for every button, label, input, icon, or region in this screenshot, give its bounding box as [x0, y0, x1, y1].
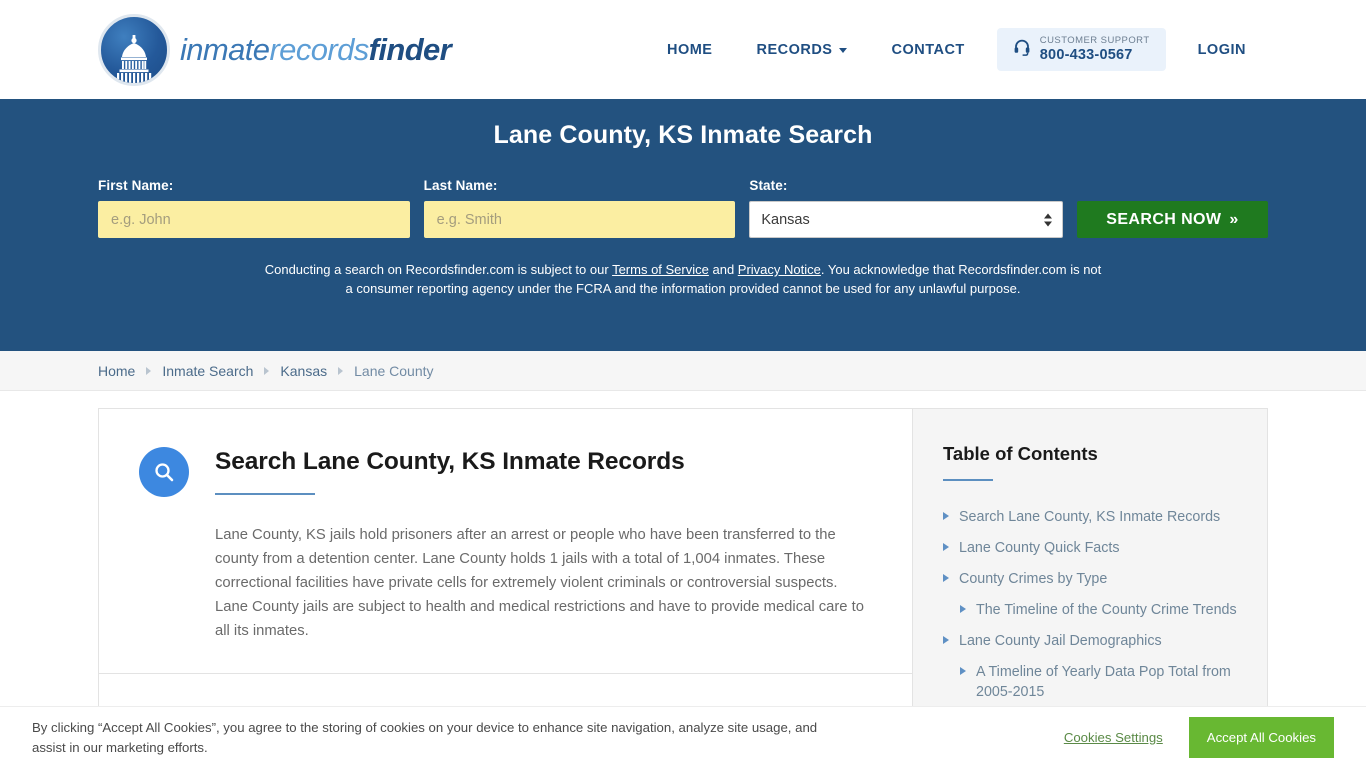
state-field-group: State: Kansas: [749, 178, 1063, 238]
last-name-label: Last Name:: [423, 178, 498, 193]
nav-contact-label: CONTACT: [891, 41, 965, 58]
breadcrumb-item-inmate-search[interactable]: Inmate Search: [162, 363, 253, 379]
search-now-button[interactable]: SEARCH NOW »: [1076, 201, 1268, 238]
logo-wordmark: inmaterecordsfinder: [180, 31, 452, 68]
breadcrumb: Home Inmate Search Kansas Lane County: [0, 351, 1366, 391]
double-chevron-right-icon: »: [1229, 210, 1239, 228]
toc-link[interactable]: County Crimes by Type: [959, 569, 1107, 589]
nav-contact[interactable]: CONTACT: [869, 42, 986, 58]
chevron-right-icon: [960, 667, 966, 675]
search-banner: Lane County, KS Inmate Search First Name…: [0, 99, 1366, 351]
first-name-label: First Name:: [98, 178, 174, 193]
logo-part-inmate: inmate: [180, 31, 270, 67]
nav-records-label: RECORDS: [756, 41, 833, 58]
cookies-settings-link[interactable]: Cookies Settings: [1064, 730, 1163, 745]
search-now-label: SEARCH NOW: [1106, 210, 1222, 228]
list-item[interactable]: County Crimes by Type: [943, 569, 1237, 589]
section-paragraph: Lane County, KS jails hold prisoners aft…: [215, 527, 864, 639]
list-item[interactable]: Lane County Quick Facts: [943, 538, 1237, 558]
last-name-field-group: Last Name:: [423, 178, 736, 238]
cookie-banner-actions: Cookies Settings Accept All Cookies: [1064, 717, 1334, 758]
toc-list: Search Lane County, KS Inmate Records La…: [943, 507, 1237, 702]
list-item[interactable]: A Timeline of Yearly Data Pop Total from…: [943, 662, 1237, 702]
site-logo[interactable]: inmaterecordsfinder: [98, 13, 452, 86]
terms-of-service-link[interactable]: Terms of Service: [612, 262, 709, 277]
magnifier-icon: [139, 447, 189, 497]
breadcrumb-item-kansas[interactable]: Kansas: [280, 363, 327, 379]
toc-link[interactable]: Lane County Quick Facts: [959, 538, 1120, 558]
privacy-notice-link[interactable]: Privacy Notice: [738, 262, 821, 277]
site-header: inmaterecordsfinder HOME RECORDS CONTACT…: [0, 0, 1366, 99]
capitol-dome-icon: [98, 13, 170, 86]
chevron-right-icon: [338, 366, 344, 375]
page-title: Lane County, KS Inmate Search: [493, 121, 873, 149]
list-item[interactable]: The Timeline of the County Crime Trends: [943, 600, 1237, 620]
chevron-right-icon: [264, 366, 270, 375]
main-navigation: HOME RECORDS CONTACT CUSTOMER SUPPORT 80…: [645, 0, 1268, 99]
logo-part-records: records: [269, 31, 369, 67]
toc-link[interactable]: Lane County Jail Demographics: [959, 631, 1162, 651]
state-select[interactable]: Kansas: [749, 201, 1063, 238]
search-disclaimer: Conducting a search on Recordsfinder.com…: [261, 260, 1106, 298]
title-underline-rule: [215, 493, 315, 495]
disclaimer-pre: Conducting a search on Recordsfinder.com…: [264, 262, 613, 277]
cookie-consent-banner: By clicking “Accept All Cookies”, you ag…: [0, 706, 1366, 768]
support-label: CUSTOMER SUPPORT: [1039, 34, 1150, 46]
section-search-records: Search Lane County, KS Inmate Records La…: [99, 409, 912, 673]
first-name-input[interactable]: [98, 201, 410, 238]
breadcrumb-item-lane-county: Lane County: [354, 362, 434, 379]
support-phone: 800-433-0567: [1039, 46, 1133, 63]
list-item[interactable]: Lane County Jail Demographics: [943, 631, 1237, 651]
state-label: State:: [749, 178, 788, 193]
toc-title: Table of Contents: [943, 443, 1098, 464]
chevron-right-icon: [960, 605, 966, 613]
chevron-right-icon: [943, 574, 949, 582]
toc-underline-rule: [943, 479, 993, 481]
breadcrumb-item-home[interactable]: Home: [98, 363, 135, 379]
nav-login-label: LOGIN: [1197, 41, 1246, 58]
nav-home[interactable]: HOME: [645, 42, 735, 58]
headset-icon: [1013, 38, 1031, 61]
section-title: Search Lane County, KS Inmate Records: [215, 448, 685, 475]
nav-login[interactable]: LOGIN: [1176, 42, 1268, 58]
chevron-down-icon: [839, 48, 848, 53]
toc-link[interactable]: A Timeline of Yearly Data Pop Total from…: [976, 662, 1237, 702]
disclaimer-mid: and: [708, 262, 738, 277]
nav-home-label: HOME: [666, 41, 713, 58]
inmate-search-form: First Name: Last Name: State: Kansas SEA…: [98, 178, 1268, 238]
chevron-right-icon: [943, 512, 949, 520]
nav-records[interactable]: RECORDS: [734, 42, 869, 58]
logo-part-finder: finder: [368, 31, 452, 67]
toc-link[interactable]: Search Lane County, KS Inmate Records: [959, 507, 1220, 527]
toc-link[interactable]: The Timeline of the County Crime Trends: [976, 600, 1237, 620]
chevron-right-icon: [943, 543, 949, 551]
cookie-banner-text: By clicking “Accept All Cookies”, you ag…: [32, 719, 818, 755]
chevron-right-icon: [146, 366, 152, 375]
last-name-input[interactable]: [423, 201, 736, 238]
customer-support-button[interactable]: CUSTOMER SUPPORT 800-433-0567: [996, 27, 1166, 72]
first-name-field-group: First Name:: [98, 178, 410, 238]
accept-all-cookies-button[interactable]: Accept All Cookies: [1188, 717, 1334, 758]
chevron-right-icon: [943, 636, 949, 644]
list-item[interactable]: Search Lane County, KS Inmate Records: [943, 507, 1237, 527]
